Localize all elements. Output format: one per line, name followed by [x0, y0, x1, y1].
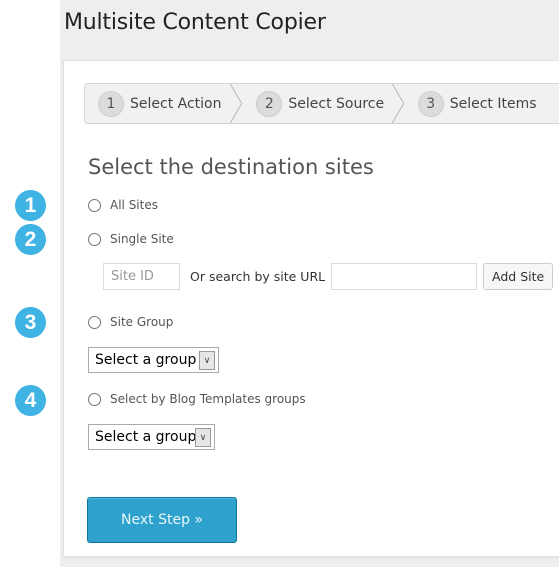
annotation-badge-4: 4 — [15, 385, 46, 416]
step-select-source[interactable]: 2 Select Source — [243, 84, 404, 123]
site-url-search-input[interactable] — [331, 263, 478, 290]
wizard-panel — [63, 60, 559, 557]
chevron-down-icon: ∨ — [195, 428, 211, 447]
chevron-down-icon: ∨ — [199, 351, 215, 370]
single-site-radio[interactable] — [88, 232, 101, 246]
all-sites-radio[interactable] — [88, 198, 101, 212]
option-all-sites[interactable]: All Sites — [88, 198, 158, 212]
select-value: Select a group — [95, 352, 197, 368]
single-site-controls: Site ID Or search by site URL Add Site — [103, 263, 554, 290]
step-label: Select Source — [288, 95, 385, 112]
blog-templates-select[interactable]: Select a group ∨ — [88, 424, 215, 450]
site-group-radio[interactable] — [88, 315, 101, 329]
annotation-badge-3: 3 — [15, 307, 46, 338]
option-label: Single Site — [110, 232, 174, 246]
page-title: Multisite Content Copier — [64, 10, 326, 35]
step-select-action[interactable]: 1 Select Action — [85, 84, 243, 123]
step-select-items[interactable]: 3 Select Items — [405, 84, 559, 123]
step-label: Select Action — [130, 95, 222, 112]
option-label: All Sites — [110, 198, 158, 212]
option-site-group[interactable]: Site Group — [88, 315, 173, 329]
wizard-steps: 1 Select Action 2 Select Source 3 Select… — [84, 83, 559, 124]
option-label: Site Group — [110, 315, 174, 329]
next-step-button[interactable]: Next Step » — [87, 497, 237, 543]
chevron-right-icon — [230, 84, 243, 123]
step-number: 3 — [417, 90, 444, 117]
step-number: 2 — [256, 90, 283, 117]
option-blog-templates[interactable]: Select by Blog Templates groups — [88, 392, 306, 406]
site-id-input[interactable]: Site ID — [103, 263, 180, 290]
chevron-right-icon — [391, 84, 404, 123]
section-heading: Select the destination sites — [88, 155, 374, 179]
annotation-badge-1: 1 — [15, 190, 46, 221]
site-group-select[interactable]: Select a group ∨ — [88, 347, 219, 373]
option-single-site[interactable]: Single Site — [88, 232, 174, 246]
step-label: Select Items — [449, 95, 537, 112]
step-number: 1 — [98, 90, 124, 117]
search-url-label: Or search by site URL — [190, 269, 326, 284]
add-site-button[interactable]: Add Site — [483, 263, 554, 290]
blog-templates-radio[interactable] — [88, 392, 101, 406]
select-value: Select a group — [95, 429, 197, 445]
annotation-badge-2: 2 — [15, 224, 46, 255]
option-label: Select by Blog Templates groups — [110, 392, 306, 406]
